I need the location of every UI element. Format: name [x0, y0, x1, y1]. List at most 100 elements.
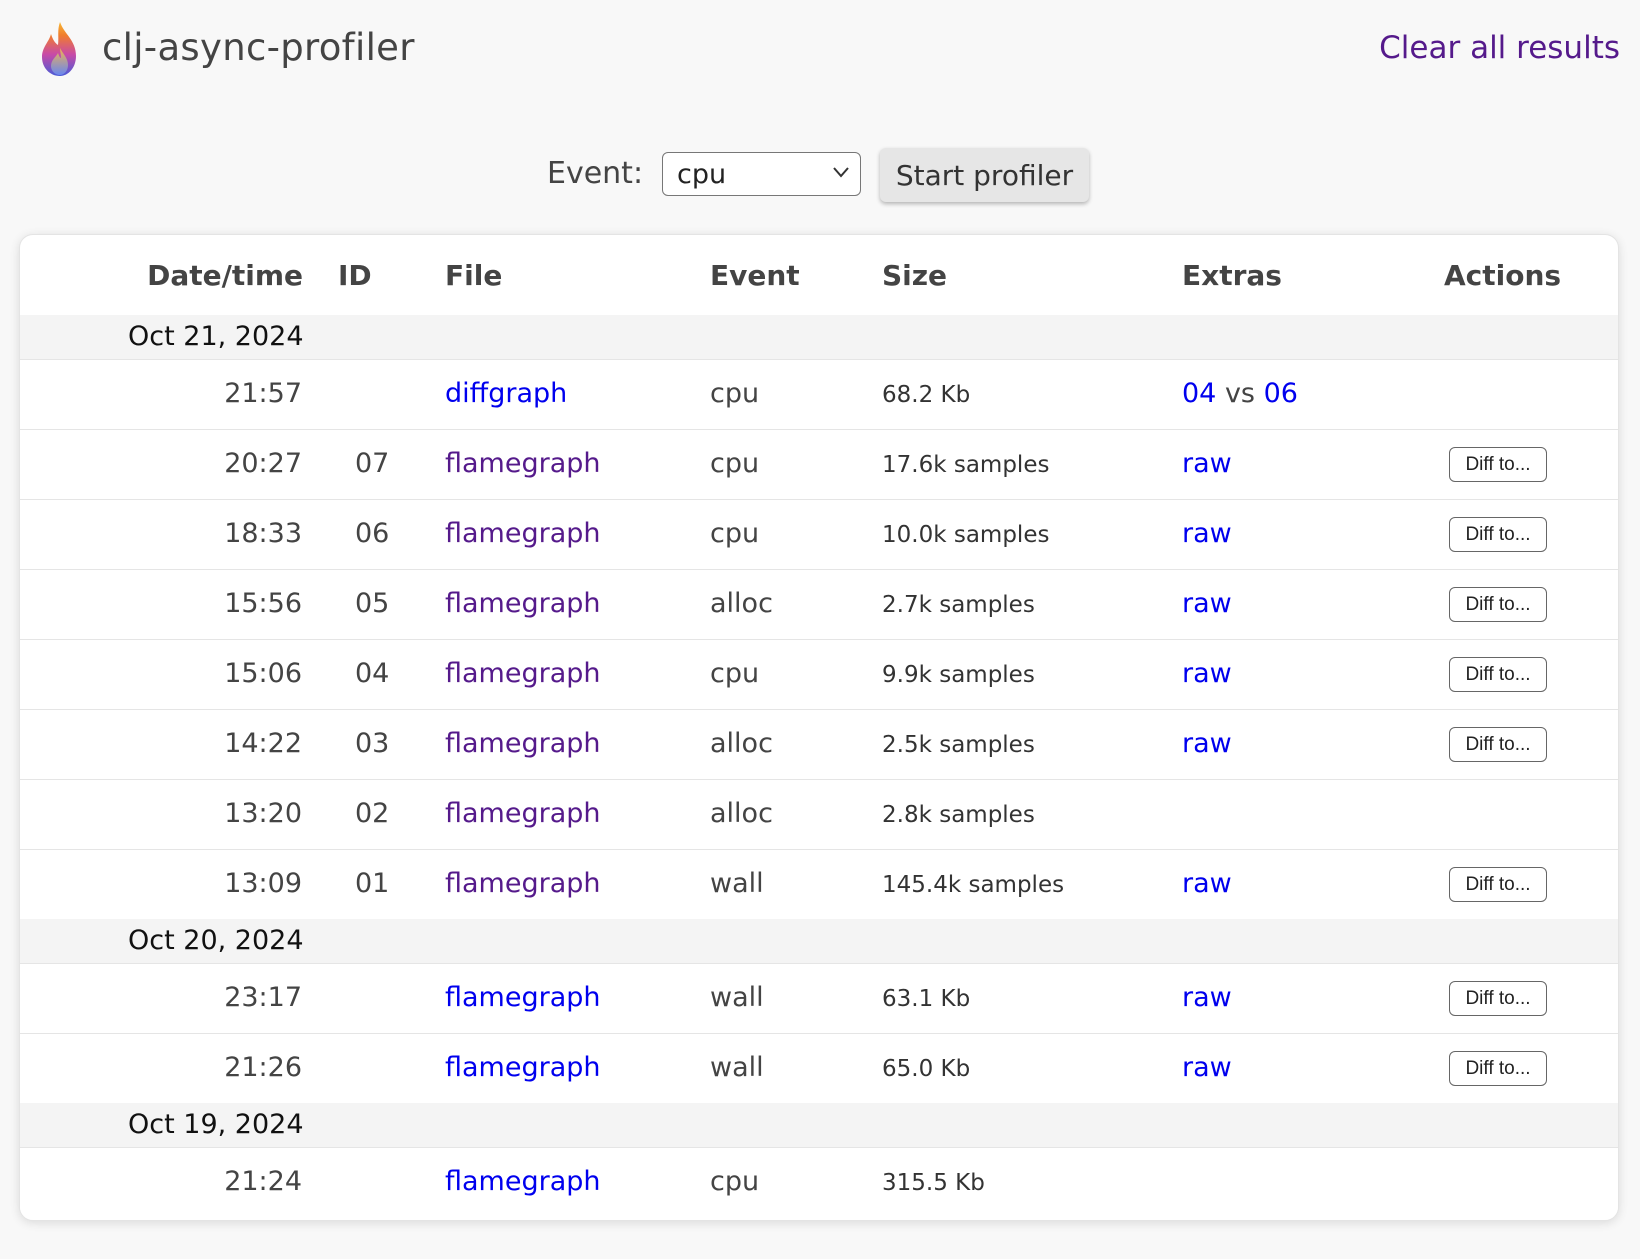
column-header-id: ID	[338, 259, 372, 292]
row-size: 145.4k samples	[882, 872, 1065, 898]
diff-to-button[interactable]: Diff to...	[1449, 657, 1547, 692]
raw-link[interactable]: raw	[1182, 1052, 1232, 1083]
row-size: 65.0 Kb	[882, 1056, 971, 1082]
row-time: 23:17	[224, 982, 302, 1013]
flame-logo-icon	[42, 22, 76, 76]
row-event: cpu	[710, 1166, 760, 1197]
row-size: 10.0k samples	[882, 522, 1050, 548]
row-size: 63.1 Kb	[882, 986, 971, 1012]
diff-to-button[interactable]: Diff to...	[1449, 587, 1547, 622]
row-time: 21:57	[224, 378, 302, 409]
table-row: 23:17 flamegraph wall 63.1 Kb raw Diff t…	[20, 963, 1618, 1034]
event-select-value: cpu	[677, 159, 727, 190]
flamegraph-link[interactable]: flamegraph	[445, 1166, 601, 1197]
row-event: cpu	[710, 658, 760, 689]
row-event: wall	[710, 982, 764, 1013]
row-time: 13:20	[224, 798, 302, 829]
results-table: Date/time ID File Event Size Extras Acti…	[19, 234, 1619, 1221]
raw-link[interactable]: raw	[1182, 518, 1232, 549]
row-time: 13:09	[224, 868, 302, 899]
row-size: 68.2 Kb	[882, 382, 971, 408]
row-id: 06	[355, 518, 390, 549]
table-row: 18:33 06 flamegraph cpu 10.0k samples ra…	[20, 499, 1618, 570]
row-id: 03	[355, 728, 390, 759]
row-event: cpu	[710, 448, 760, 479]
row-time: 21:26	[224, 1052, 302, 1083]
row-event: alloc	[710, 798, 773, 829]
flamegraph-link[interactable]: flamegraph	[445, 448, 601, 479]
table-row: 15:56 05 flamegraph alloc 2.7k samples r…	[20, 569, 1618, 640]
flamegraph-link[interactable]: flamegraph	[445, 658, 601, 689]
event-select[interactable]: cpu	[662, 152, 861, 196]
raw-link[interactable]: raw	[1182, 728, 1232, 759]
diff-to-button[interactable]: Diff to...	[1449, 867, 1547, 902]
row-id: 05	[355, 588, 390, 619]
event-label: Event:	[547, 156, 644, 191]
clear-all-results-link[interactable]: Clear all results	[1379, 30, 1620, 66]
table-row: 15:06 04 flamegraph cpu 9.9k samples raw…	[20, 639, 1618, 710]
row-size: 9.9k samples	[882, 662, 1035, 688]
row-time: 18:33	[224, 518, 302, 549]
flamegraph-link[interactable]: flamegraph	[445, 1052, 601, 1083]
raw-link[interactable]: raw	[1182, 868, 1232, 899]
row-event: cpu	[710, 378, 760, 409]
start-profiler-button[interactable]: Start profiler	[880, 148, 1089, 202]
row-time: 15:06	[224, 658, 302, 689]
row-size: 315.5 Kb	[882, 1170, 985, 1196]
date-group-row: Oct 20, 2024	[20, 919, 1618, 963]
raw-link[interactable]: raw	[1182, 658, 1232, 689]
row-time: 20:27	[224, 448, 302, 479]
row-time: 14:22	[224, 728, 302, 759]
table-row: 13:09 01 flamegraph wall 145.4k samples …	[20, 849, 1618, 920]
row-size: 2.7k samples	[882, 592, 1035, 618]
flamegraph-link[interactable]: flamegraph	[445, 728, 601, 759]
diff-to-button[interactable]: Diff to...	[1449, 447, 1547, 482]
diff-to-button[interactable]: Diff to...	[1449, 517, 1547, 552]
table-row: 14:22 03 flamegraph alloc 2.5k samples r…	[20, 709, 1618, 780]
column-header-event: Event	[710, 259, 800, 292]
row-event: cpu	[710, 518, 760, 549]
row-event: alloc	[710, 728, 773, 759]
row-size: 2.8k samples	[882, 802, 1035, 828]
row-id: 07	[355, 448, 390, 479]
diffgraph-link[interactable]: diffgraph	[445, 378, 567, 409]
row-event: wall	[710, 1052, 764, 1083]
diff-to-button[interactable]: Diff to...	[1449, 727, 1547, 762]
row-id: 04	[355, 658, 390, 689]
row-id: 01	[355, 868, 390, 899]
row-size: 2.5k samples	[882, 732, 1035, 758]
raw-link[interactable]: raw	[1182, 982, 1232, 1013]
table-row: 20:27 07 flamegraph cpu 17.6k samples ra…	[20, 429, 1618, 500]
raw-link[interactable]: raw	[1182, 448, 1232, 479]
date-group-row: Oct 21, 2024	[20, 315, 1618, 359]
column-header-actions: Actions	[1444, 259, 1562, 292]
column-header-size: Size	[882, 259, 948, 292]
table-row: 21:24 flamegraph cpu 315.5 Kb	[20, 1147, 1618, 1218]
table-header: Date/time ID File Event Size Extras Acti…	[20, 235, 1618, 315]
chevron-down-icon	[833, 167, 849, 178]
flamegraph-link[interactable]: flamegraph	[445, 798, 601, 829]
column-header-datetime: Date/time	[147, 259, 303, 292]
row-size: 17.6k samples	[882, 452, 1050, 478]
diff-target-link[interactable]: 06	[1264, 378, 1298, 409]
flamegraph-link[interactable]: flamegraph	[445, 518, 601, 549]
diff-base-link[interactable]: 04	[1182, 378, 1216, 409]
app-title: clj-async-profiler	[102, 26, 415, 69]
date-group-label: Oct 19, 2024	[128, 1109, 304, 1140]
flamegraph-link[interactable]: flamegraph	[445, 868, 601, 899]
row-id: 02	[355, 798, 390, 829]
row-event: wall	[710, 868, 764, 899]
row-time: 15:56	[224, 588, 302, 619]
diff-to-button[interactable]: Diff to...	[1449, 1051, 1547, 1086]
flamegraph-link[interactable]: flamegraph	[445, 588, 601, 619]
table-row: 13:20 02 flamegraph alloc 2.8k samples	[20, 779, 1618, 850]
raw-link[interactable]: raw	[1182, 588, 1232, 619]
flamegraph-link[interactable]: flamegraph	[445, 982, 601, 1013]
date-group-label: Oct 21, 2024	[128, 321, 304, 352]
profiler-controls: Event: cpu Start profiler	[0, 148, 1640, 206]
diff-extras: 04 vs 06	[1182, 378, 1298, 409]
date-group-row: Oct 19, 2024	[20, 1103, 1618, 1147]
diff-to-button[interactable]: Diff to...	[1449, 981, 1547, 1016]
row-event: alloc	[710, 588, 773, 619]
header: clj-async-profiler Clear all results	[0, 0, 1640, 110]
